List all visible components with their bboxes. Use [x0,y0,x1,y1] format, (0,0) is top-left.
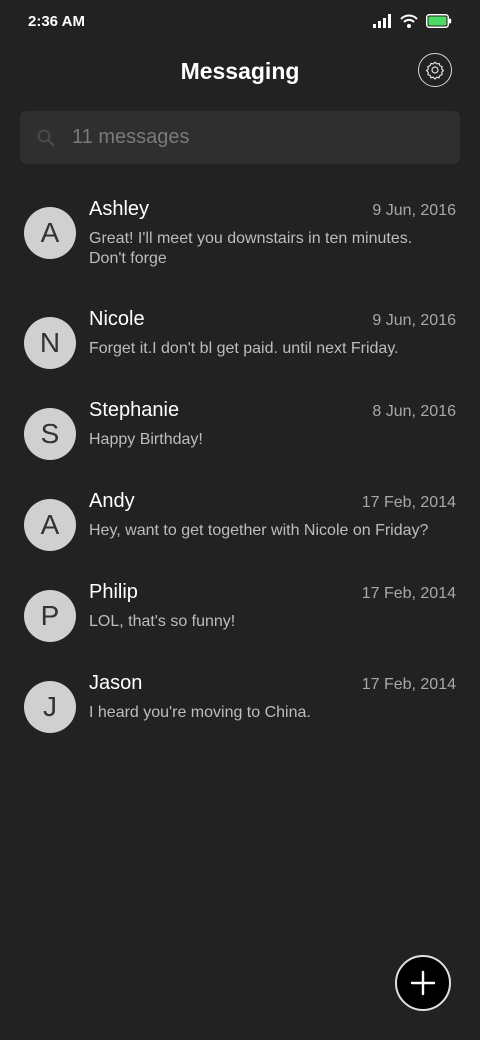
conversation-item[interactable]: A Andy 17 Feb, 2014 Hey, want to get tog… [0,477,480,568]
conversation-item[interactable]: N Nicole 9 Jun, 2016 Forget it.I don't b… [0,295,480,386]
contact-name: Ashley [89,198,150,220]
avatar: S [24,408,76,460]
plus-icon [410,970,436,996]
message-preview: Hey, want to get together with Nicole on… [89,522,429,539]
search-icon [37,129,55,147]
message-date: 17 Feb, 2014 [361,676,456,693]
wifi-icon [400,14,418,28]
settings-icon [425,61,445,80]
message-date: 8 Jun, 2016 [372,403,456,420]
message-date: 9 Jun, 2016 [372,202,456,219]
message-date: 17 Feb, 2014 [361,494,456,511]
status-time: 2:36 AM [28,13,85,30]
search-input[interactable] [72,111,442,164]
avatar: N [24,317,76,369]
new-message-button[interactable] [395,955,451,1011]
avatar: A [24,207,76,259]
messaging-screen: 2:36 AM Messaging 11 messages A Ashley 9… [0,0,480,1040]
avatar: P [24,590,76,642]
conversation-item[interactable]: J Jason 17 Feb, 2014 I heard you're movi… [0,659,480,750]
message-preview: LOL, that's so funny! [89,613,236,630]
avatar: J [24,681,76,733]
contact-name: Stephanie [89,399,180,421]
conversation-item[interactable]: P Philip 17 Feb, 2014 LOL, that's so fun… [0,568,480,659]
message-preview: Forget it.I don't bl get paid. until nex… [89,340,399,357]
message-preview: Happy Birthday! [89,431,203,448]
message-date: 17 Feb, 2014 [361,585,456,602]
message-preview: Great! I'll meet you downstairs in ten m… [89,230,413,267]
message-preview: I heard you're moving to China. [89,704,311,721]
message-date: 9 Jun, 2016 [372,312,456,329]
contact-name: Nicole [89,308,145,330]
search-bar[interactable] [20,111,460,164]
status-icons [373,13,452,29]
avatar: A [24,499,76,551]
settings-button[interactable] [418,53,452,87]
status-bar: 2:36 AM [0,0,480,44]
conversation-item[interactable]: A Ashley 9 Jun, 2016 Great! I'll meet yo… [0,185,480,295]
page-title: Messaging [180,58,300,84]
signal-icon [373,14,391,28]
battery-icon [426,14,452,28]
header: Messaging [0,44,480,100]
contact-name: Jason [89,672,143,694]
contact-name: Andy [89,490,135,512]
conversation-item[interactable]: S Stephanie 8 Jun, 2016 Happy Birthday! [0,386,480,477]
conversation-list: A Ashley 9 Jun, 2016 Great! I'll meet yo… [0,185,480,750]
contact-name: Philip [89,581,138,603]
